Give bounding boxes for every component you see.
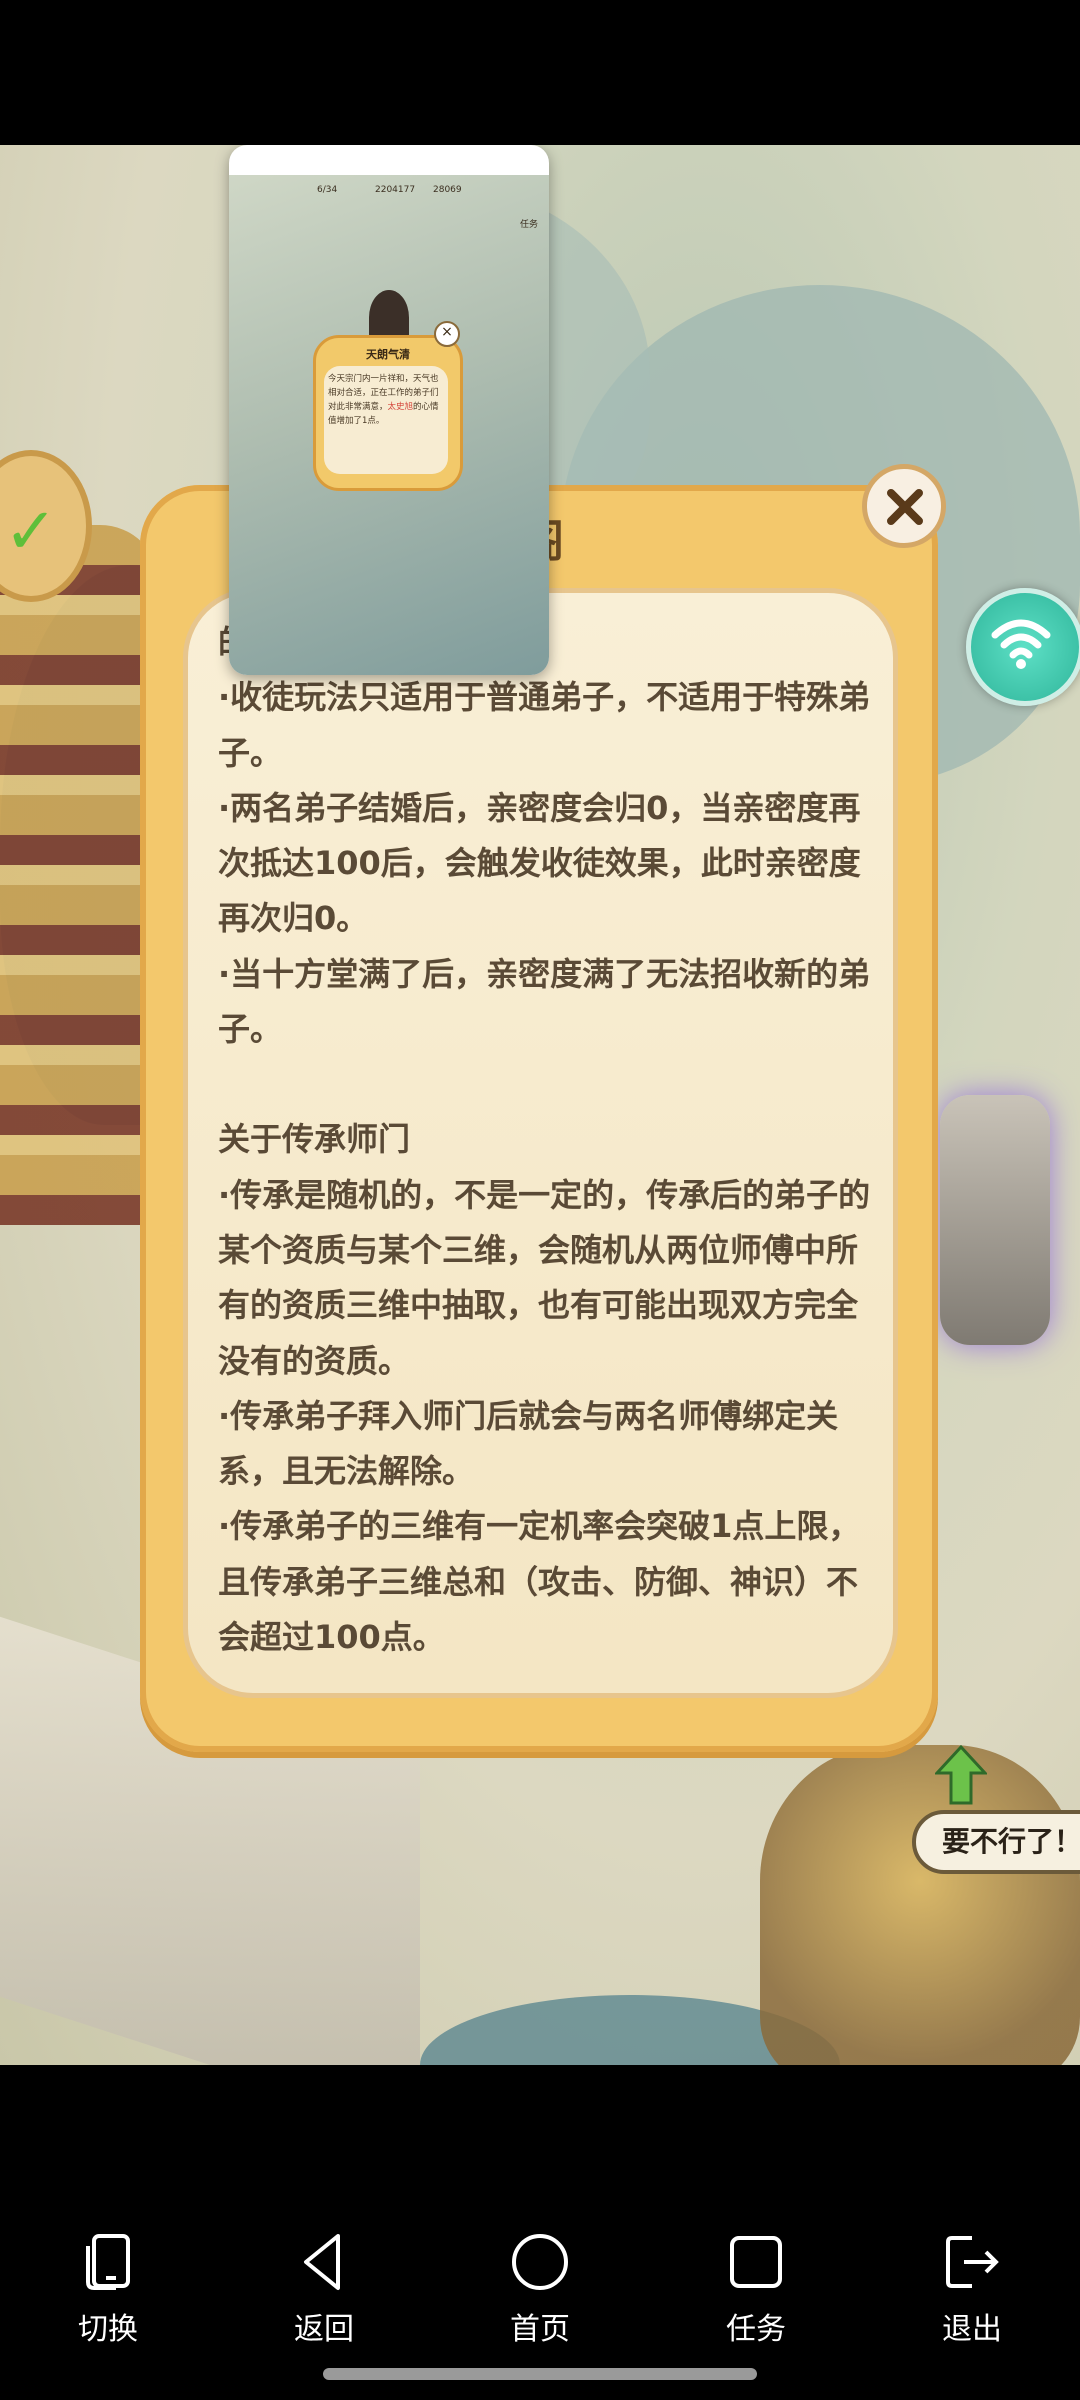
home-indicator[interactable] xyxy=(323,2368,757,2380)
dialog-content[interactable]: 的 ·收徒玩法只适用于普通弟子，不适用于特殊弟子。 ·两名弟子结婚后，亲密度会归… xyxy=(183,588,898,1698)
nav-exit-label: 退出 xyxy=(942,2312,1002,2347)
lantern-building[interactable] xyxy=(940,1095,1050,1345)
rule-paragraph: ·收徒玩法只适用于普通弟子，不适用于特殊弟子。 xyxy=(218,678,871,772)
shrine-building[interactable] xyxy=(760,1745,1080,2065)
rule-paragraph: ·当十方堂满了后，亲密度满了无法招收新的弟子。 xyxy=(218,954,871,1049)
checkmark-icon: ✓ xyxy=(4,495,58,569)
nav-home-button[interactable]: 首页 xyxy=(480,2232,600,2348)
rules-text: 的 ·收徒玩法只适用于普通弟子，不适用于特殊弟子。 ·两名弟子结婚后，亲密度会归… xyxy=(218,615,883,1665)
floating-window-thumbnail[interactable]: 6/34 2204177 28069 任务 天朗气清 今天宗门内一片祥和，天气也… xyxy=(229,145,549,675)
switch-icon xyxy=(86,2234,130,2290)
nav-tasks-label: 任务 xyxy=(726,2312,786,2347)
nav-switch-button[interactable]: 切换 xyxy=(48,2232,168,2348)
thumbnail-popup-title: 天朗气清 xyxy=(366,348,410,361)
back-icon xyxy=(304,2234,340,2290)
wifi-button[interactable] xyxy=(966,588,1080,706)
rule-paragraph: ·传承是随机的，不是一定的，传承后的弟子的某个资质与某个三维，会随机从两位师傅中… xyxy=(218,1175,871,1380)
nav-switch-label: 切换 xyxy=(78,2312,138,2347)
thumbnail-popup-text: 今天宗门内一片祥和，天气也相对合适，正在工作的弟子们对此非常满意，太史旭的心情值… xyxy=(328,372,446,428)
popup-text-highlight: 太史旭 xyxy=(387,402,414,412)
thumbnail-coins: 2204177 xyxy=(375,185,416,195)
tasks-icon xyxy=(730,2236,782,2288)
rule-paragraph: ·传承弟子的三维有一定机率会突破1点上限，且传承弟子三维总和（攻击、防御、神识）… xyxy=(218,1507,861,1657)
pagoda-building xyxy=(0,525,160,1225)
speech-bubble: 要不行了！ xyxy=(912,1810,1080,1874)
section-heading: 关于传承师门 xyxy=(218,1120,411,1159)
nav-back-button[interactable]: 返回 xyxy=(264,2232,384,2348)
exit-icon xyxy=(946,2236,999,2288)
thumbnail-gems: 28069 xyxy=(433,185,462,195)
thumbnail-popup: 天朗气清 今天宗门内一片祥和，天气也相对合适，正在工作的弟子们对此非常满意，太史… xyxy=(313,335,463,491)
close-icon xyxy=(887,489,923,525)
home-icon xyxy=(512,2234,568,2290)
nav-back-label: 返回 xyxy=(294,2312,354,2347)
rule-paragraph: ·传承弟子拜入师门后就会与两名师傅绑定关系，且无法解除。 xyxy=(218,1396,839,1491)
close-button[interactable] xyxy=(862,464,946,548)
rule-paragraph: ·两名弟子结婚后，亲密度会归0，当亲密度再次抵达100后，会触发收徒效果，此时亲… xyxy=(218,788,861,938)
thumbnail-tag: 任务 xyxy=(520,220,539,230)
nav-home-label: 首页 xyxy=(510,2312,570,2347)
up-arrow-icon xyxy=(935,1745,987,1805)
thumbnail-close-icon: × xyxy=(434,321,460,347)
nav-tasks-button[interactable]: 任务 xyxy=(696,2232,816,2348)
thumbnail-topbar: 6/34 2204177 28069 任务 xyxy=(235,181,543,230)
wifi-icon xyxy=(991,619,1051,669)
thumbnail-level: 6/34 xyxy=(317,185,338,195)
nav-exit-button[interactable]: 退出 xyxy=(912,2232,1032,2348)
navigation-bar: 切换 返回 首页 任务 退出 xyxy=(0,2140,1080,2400)
